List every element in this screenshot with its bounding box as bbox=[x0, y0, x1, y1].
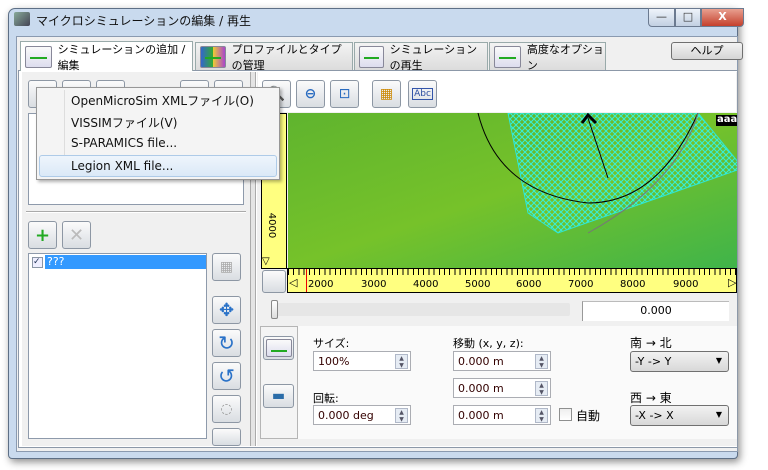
playback-icon bbox=[359, 45, 384, 68]
car-icon[interactable]: ▬ bbox=[263, 384, 294, 408]
rotation-value: 0.000 deg bbox=[318, 409, 374, 422]
remove-point-icon[interactable]: ◌ bbox=[212, 395, 241, 423]
cars-icon bbox=[200, 45, 226, 68]
maximize-button[interactable]: □ bbox=[675, 8, 701, 27]
move-z-value: 0.000 m bbox=[458, 409, 504, 422]
close-button[interactable]: X bbox=[701, 8, 744, 27]
ruler-left-icon[interactable]: ◁ bbox=[289, 276, 297, 289]
x-tick: 8000 bbox=[620, 279, 646, 290]
add-point-icon[interactable] bbox=[212, 428, 241, 446]
time-slider[interactable] bbox=[272, 303, 570, 316]
tab-add-edit[interactable]: シミュレーションの追加 / 編集 bbox=[20, 41, 193, 72]
zoom-out-icon[interactable]: ⊖ bbox=[296, 80, 325, 108]
move-x-value: 0.000 m bbox=[458, 355, 504, 368]
time-slider-handle[interactable] bbox=[271, 300, 278, 319]
west-east-label: 西 → 東 bbox=[630, 391, 672, 405]
x-tick: 2000 bbox=[308, 279, 334, 290]
labels-button[interactable]: Abc bbox=[408, 80, 437, 108]
menu-item-openmicrosim[interactable]: OpenMicroSim XMLファイル(O) bbox=[71, 92, 254, 109]
move-label: 移動 (x, y, z): bbox=[453, 337, 524, 350]
spinner[interactable]: ▲ ▼ bbox=[395, 354, 408, 369]
rotate-ccw-icon[interactable]: ↺ bbox=[212, 362, 241, 390]
ruler-down-icon[interactable]: ▽ bbox=[262, 256, 270, 267]
time-marker bbox=[306, 269, 307, 292]
x-tick: 6000 bbox=[516, 279, 542, 290]
west-east-select[interactable]: -X -> X bbox=[630, 405, 729, 426]
grid-button: ▦ bbox=[212, 253, 241, 281]
south-north-select[interactable]: -Y -> Y bbox=[630, 351, 729, 372]
size-input[interactable]: 100% ▲ ▼ bbox=[313, 351, 411, 371]
menu-item-legion[interactable]: Legion XML file... bbox=[39, 155, 277, 177]
x-tick: 5000 bbox=[465, 279, 491, 290]
ruler-right-icon[interactable]: ▷ bbox=[728, 276, 736, 289]
help-button[interactable]: ヘルプ bbox=[671, 42, 743, 60]
x-tick: 7000 bbox=[568, 279, 594, 290]
add-simulation-button[interactable]: + bbox=[28, 221, 57, 249]
tab-advanced[interactable]: 高度なオプション bbox=[489, 42, 606, 72]
move-x-input[interactable]: 0.000 m ▲ ▼ bbox=[453, 351, 551, 371]
simulation-checkbox[interactable]: ✓ bbox=[32, 257, 43, 268]
corner-label: aaa bbox=[717, 114, 738, 125]
vertical-ruler-label: 4000 bbox=[266, 212, 278, 239]
pulse-icon bbox=[25, 45, 52, 68]
south-north-value: -Y -> Y bbox=[635, 355, 672, 368]
menu-item-sparamics[interactable]: S-PARAMICS file... bbox=[71, 136, 177, 150]
grid-toggle-icon[interactable]: ▦ bbox=[372, 80, 401, 108]
move-y-value: 0.000 m bbox=[458, 382, 504, 395]
time-value[interactable]: 0.000 bbox=[582, 301, 729, 321]
tab-label: シミュレーションの追加 / 編集 bbox=[57, 42, 186, 72]
rotate-cw-icon[interactable]: ↻ bbox=[212, 329, 241, 357]
auto-checkbox[interactable] bbox=[559, 408, 572, 421]
tab-label: シミュレーションの再生 bbox=[389, 42, 478, 72]
south-north-label: 南 → 北 bbox=[630, 336, 672, 350]
app-icon bbox=[14, 12, 30, 26]
rotation-input[interactable]: 0.000 deg ▲ ▼ bbox=[313, 405, 411, 425]
spinner[interactable]: ▲ ▼ bbox=[535, 381, 548, 396]
x-tick: 9000 bbox=[673, 279, 699, 290]
move-y-input[interactable]: 0.000 m ▲ ▼ bbox=[453, 378, 551, 398]
ruler-corner-button[interactable] bbox=[262, 270, 286, 293]
rotation-label: 回転: bbox=[313, 392, 339, 405]
pulse-icon[interactable] bbox=[263, 336, 294, 360]
spinner[interactable]: ▲ ▼ bbox=[395, 408, 408, 423]
tab-playback[interactable]: シミュレーションの再生 bbox=[354, 42, 488, 72]
window-title: マイクロシミュレーションの編集 / 再生 bbox=[36, 14, 251, 28]
delete-simulation-button: ✕ bbox=[62, 221, 91, 249]
abc-label: Abc bbox=[412, 88, 433, 100]
move-arrows-icon[interactable]: ✥ bbox=[212, 296, 241, 324]
zoom-fit-icon[interactable]: ⊡ bbox=[330, 80, 359, 108]
simulation-list-item[interactable]: ??? bbox=[45, 255, 206, 269]
west-east-value: -X -> X bbox=[635, 409, 674, 422]
open-file-menu: OpenMicroSim XMLファイル(O) VISSIMファイル(V) S-… bbox=[36, 87, 280, 180]
menu-item-vissim[interactable]: VISSIMファイル(V) bbox=[71, 114, 177, 131]
spinner[interactable]: ▲ ▼ bbox=[535, 354, 548, 369]
tab-label: 高度なオプション bbox=[526, 42, 604, 72]
size-label: サイズ: bbox=[313, 337, 350, 350]
spinner[interactable]: ▲ ▼ bbox=[535, 408, 548, 423]
x-tick: 3000 bbox=[361, 279, 387, 290]
tab-label: プロファイルとタイプの管理 bbox=[231, 42, 342, 72]
simulation-list[interactable]: ✓ ??? bbox=[28, 253, 207, 439]
x-tick: 4000 bbox=[413, 279, 439, 290]
map-canvas[interactable] bbox=[288, 113, 737, 268]
move-z-input[interactable]: 0.000 m ▲ ▼ bbox=[453, 405, 551, 425]
auto-label: 自動 bbox=[576, 409, 601, 423]
horizontal-ruler[interactable] bbox=[287, 268, 737, 293]
pulse-glyph bbox=[265, 339, 292, 357]
tab-profiles[interactable]: プロファイルとタイプの管理 bbox=[195, 42, 353, 72]
horizontal-splitter[interactable] bbox=[26, 211, 246, 213]
pulse-icon bbox=[494, 45, 521, 68]
minimize-button[interactable]: — bbox=[648, 8, 675, 27]
size-value: 100% bbox=[318, 355, 350, 368]
